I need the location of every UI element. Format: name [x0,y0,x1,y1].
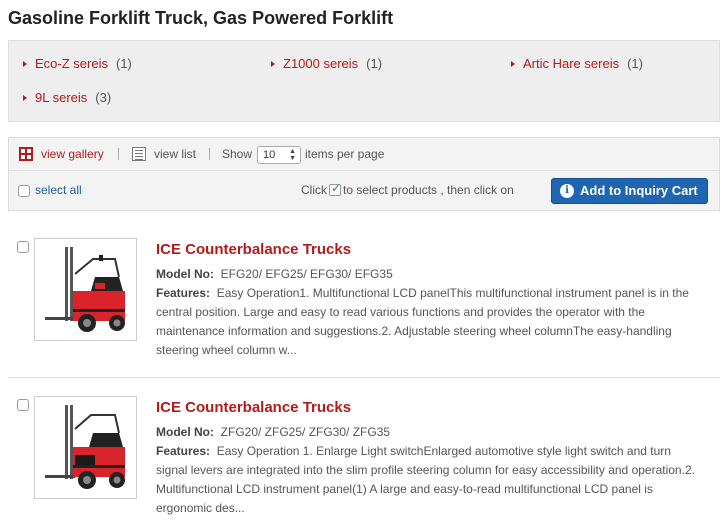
product-thumbnail[interactable] [34,238,137,341]
info-icon: i [560,184,574,198]
show-label: Show [222,147,253,161]
divider [118,148,119,160]
items-per-page-label: items per page [305,147,385,161]
items-per-page-value: 10 [263,149,276,161]
forklift-image [45,247,125,332]
product-features: Features: Easy Operation 1. Enlarge Ligh… [156,442,704,518]
product-title-link[interactable]: ICE Counterbalance Trucks [156,398,351,418]
features-text: Easy Operation 1. Enlarge Light switchEn… [156,444,695,515]
list-view-icon[interactable] [132,147,146,161]
features-text: Easy Operation1. Multifunctional LCD pan… [156,286,689,357]
select-all-link[interactable]: select all [35,182,82,198]
checked-box-icon [329,180,341,196]
view-options-row: view gallery view list Show 10 ▲ ▼ items … [9,138,719,171]
series-link[interactable]: Artic Hare sereis [523,56,619,71]
product-checkbox[interactable] [17,241,29,253]
features-label: Features: [156,286,211,300]
product-thumbnail[interactable] [34,396,137,499]
selection-instruction: Click to select products , then click on [301,180,514,198]
instruction-text-before: Click [301,183,327,197]
arrow-right-icon [23,61,27,67]
series-count: (1) [115,56,132,71]
inquiry-button-label: Add to Inquiry Cart [580,183,698,198]
model-value: ZFG20/ ZFG25/ ZFG30/ ZFG35 [220,425,391,439]
items-per-page-select[interactable]: 10 ▲ ▼ [257,146,301,164]
product-model: Model No: EFG20/ EFG25/ EFG30/ EFG35 [156,265,393,283]
model-label: Model No: [156,267,214,281]
model-label: Model No: [156,425,214,439]
grid-view-icon[interactable] [19,147,33,161]
divider [209,148,210,160]
arrow-right-icon [271,61,275,67]
page-title: Gasoline Forklift Truck, Gas Powered For… [8,8,394,28]
product-checkbox[interactable] [17,399,29,411]
series-link[interactable]: Eco-Z sereis [35,56,108,71]
view-gallery-link[interactable]: view gallery [41,146,104,162]
series-count: (3) [95,90,112,105]
listing-toolbar: view gallery view list Show 10 ▲ ▼ items … [8,137,720,211]
instruction-text-after: to select products , then click on [343,183,514,197]
series-count: (1) [366,56,383,71]
features-label: Features: [156,444,211,458]
select-arrows-icon: ▲ ▼ [289,148,296,162]
series-item-eco-z[interactable]: Eco-Z sereis (1) [23,56,132,72]
series-item-artic-hare[interactable]: Artic Hare sereis (1) [511,56,643,72]
select-all-checkbox[interactable] [18,185,30,197]
model-value: EFG20/ EFG25/ EFG30/ EFG35 [220,267,393,281]
series-filter-panel: Eco-Z sereis (1) Z1000 sereis (1) Artic Ha… [8,40,720,122]
add-to-inquiry-cart-button[interactable]: i Add to Inquiry Cart [551,178,708,204]
product-features: Features: Easy Operation1. Multifunction… [156,284,704,360]
product-divider [8,377,720,378]
product-title-link[interactable]: ICE Counterbalance Trucks [156,240,351,260]
series-item-9l[interactable]: 9L sereis (3) [23,90,111,106]
series-link[interactable]: 9L sereis [35,90,87,105]
product-model: Model No: ZFG20/ ZFG25/ ZFG30/ ZFG35 [156,423,390,441]
series-item-z1000[interactable]: Z1000 sereis (1) [271,56,382,72]
arrow-right-icon [23,95,27,101]
forklift-image [45,405,125,489]
series-link[interactable]: Z1000 sereis [283,56,358,71]
arrow-right-icon [511,61,515,67]
series-count: (1) [627,56,643,71]
view-list-link[interactable]: view list [154,146,196,162]
